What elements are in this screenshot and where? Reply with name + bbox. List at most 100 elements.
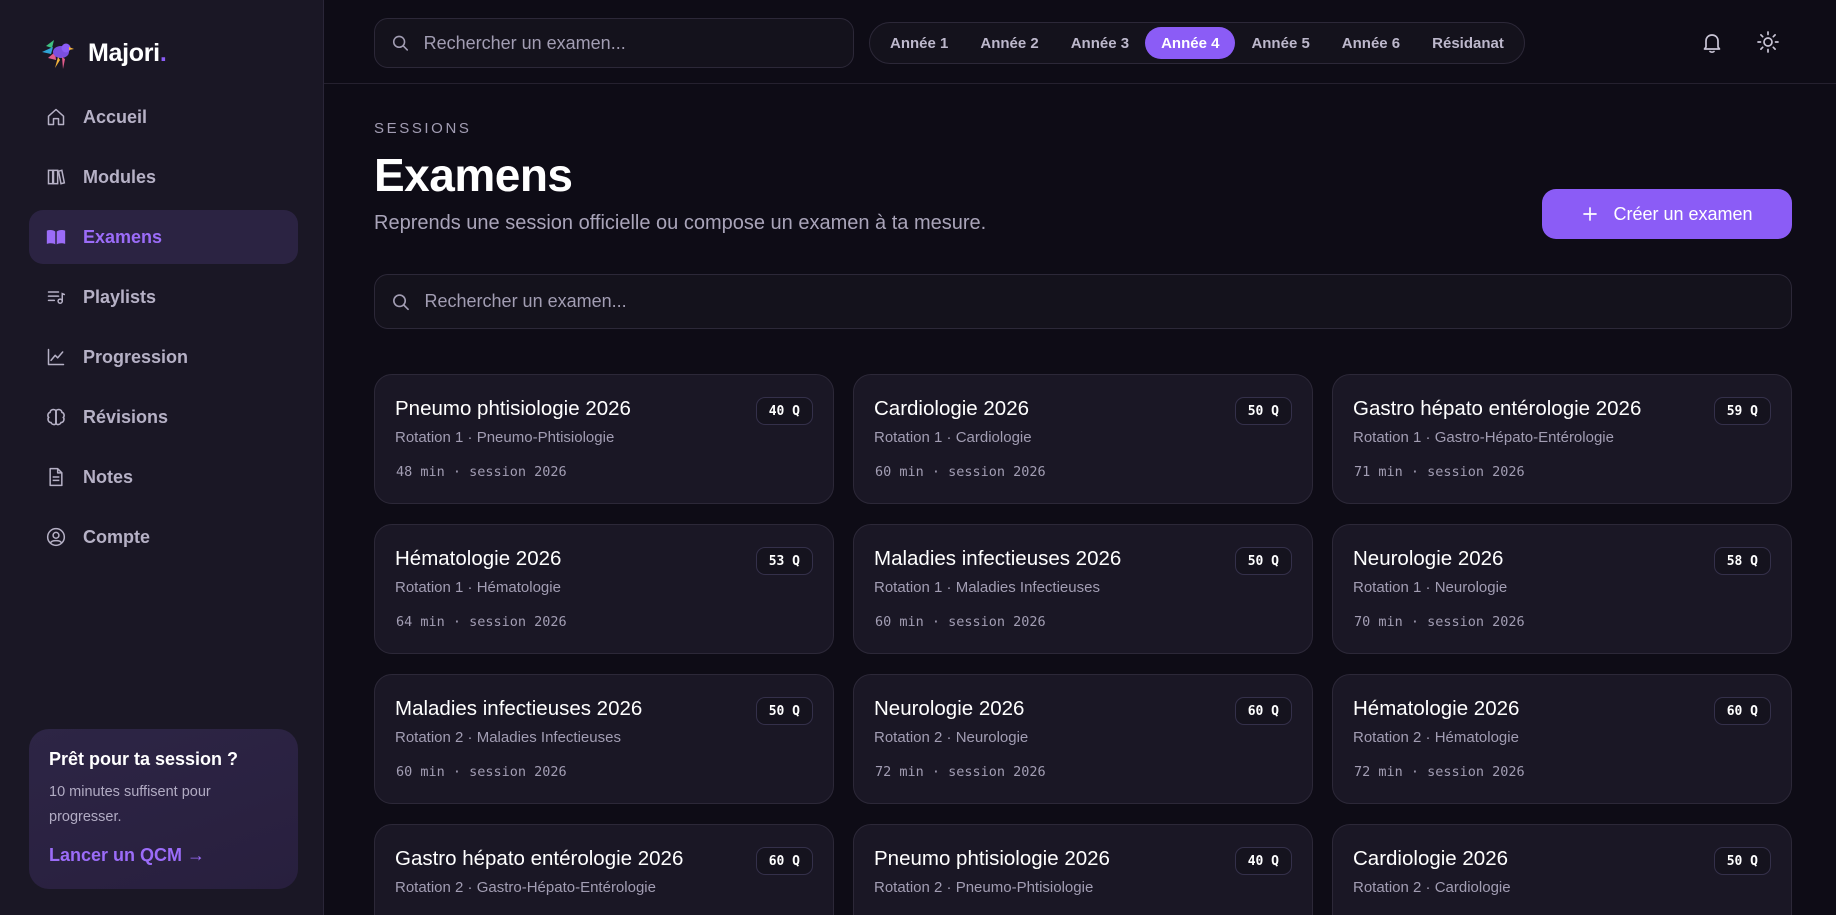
exam-card[interactable]: Maladies infectieuses 2026 Rotation 1 · … bbox=[853, 524, 1313, 654]
exam-meta: 60 min · session 2026 bbox=[396, 764, 567, 780]
exam-card[interactable]: Cardiologie 2026 Rotation 1 · Cardiologi… bbox=[853, 374, 1313, 504]
section-eyebrow: SESSIONS bbox=[374, 120, 472, 137]
bird-logo-icon bbox=[42, 40, 74, 69]
sidebar-item-modules[interactable]: Modules bbox=[29, 150, 298, 204]
sidebar-nav: Accueil Modules Examens Playlists Progre… bbox=[29, 90, 298, 570]
exam-card[interactable]: Neurologie 2026 Rotation 1 · Neurologie … bbox=[1332, 524, 1792, 654]
open-book-icon bbox=[45, 226, 67, 248]
exam-search-input[interactable] bbox=[424, 291, 1791, 312]
question-count-badge: 53 Q bbox=[755, 547, 813, 575]
top-search-box bbox=[374, 18, 854, 68]
year-tab-3[interactable]: Année 3 bbox=[1055, 27, 1145, 59]
exam-subtitle: Rotation 2 · Pneumo-Phtisiologie bbox=[874, 879, 1094, 896]
exam-title: Gastro hépato entérologie 2026 bbox=[395, 847, 684, 870]
exam-grid: Pneumo phtisiologie 2026 Rotation 1 · Pn… bbox=[374, 374, 1792, 915]
exam-card[interactable]: Hématologie 2026 Rotation 1 · Hématologi… bbox=[374, 524, 834, 654]
exam-meta: 71 min · session 2026 bbox=[1354, 464, 1525, 480]
promo-card: Prêt pour ta session ? 10 minutes suffis… bbox=[29, 729, 298, 889]
exam-title: Pneumo phtisiologie 2026 bbox=[395, 397, 631, 420]
brand-name: Majori. bbox=[88, 38, 167, 67]
promo-title: Prêt pour ta session ? bbox=[49, 749, 239, 769]
year-tab-residanat[interactable]: Résidanat bbox=[1416, 27, 1520, 59]
year-tab-4[interactable]: Année 4 bbox=[1145, 27, 1236, 59]
exam-subtitle: Rotation 2 · Cardiologie bbox=[1353, 879, 1511, 896]
sidebar-item-label: Examens bbox=[83, 226, 163, 247]
page-subtitle: Reprends une session officielle ou compo… bbox=[374, 212, 987, 234]
sidebar-item-notes[interactable]: Notes bbox=[29, 450, 298, 504]
year-selector: Année 1 Année 2 Année 3 Année 4 Année 5 … bbox=[869, 22, 1525, 64]
document-icon bbox=[45, 466, 67, 488]
exam-subtitle: Rotation 2 · Neurologie bbox=[874, 729, 1029, 746]
year-tab-6[interactable]: Année 6 bbox=[1326, 27, 1416, 59]
question-count-badge: 50 Q bbox=[1713, 847, 1771, 875]
sidebar-item-label: Notes bbox=[83, 466, 134, 487]
sun-icon[interactable] bbox=[1756, 30, 1780, 54]
exam-card[interactable]: Gastro hépato entérologie 2026 Rotation … bbox=[374, 824, 834, 915]
exam-meta: 60 min · session 2026 bbox=[875, 614, 1046, 630]
sidebar-item-examens[interactable]: Examens bbox=[29, 210, 298, 264]
exam-subtitle: Rotation 1 · Cardiologie bbox=[874, 429, 1032, 446]
exam-title: Neurologie 2026 bbox=[1353, 547, 1504, 570]
exam-meta: 70 min · session 2026 bbox=[1354, 614, 1525, 630]
exam-card[interactable]: Maladies infectieuses 2026 Rotation 2 · … bbox=[374, 674, 834, 804]
exam-card[interactable]: Hématologie 2026 Rotation 2 · Hématologi… bbox=[1332, 674, 1792, 804]
exam-subtitle: Rotation 1 · Maladies Infectieuses bbox=[874, 579, 1100, 596]
exam-card[interactable]: Gastro hépato entérologie 2026 Rotation … bbox=[1332, 374, 1792, 504]
sidebar-item-label: Playlists bbox=[83, 286, 157, 307]
exam-title: Hématologie 2026 bbox=[1353, 697, 1520, 720]
sidebar-item-playlists[interactable]: Playlists bbox=[29, 270, 298, 324]
sidebar-item-label: Accueil bbox=[83, 106, 148, 127]
top-search-input[interactable] bbox=[423, 32, 853, 54]
exam-title: Maladies infectieuses 2026 bbox=[874, 547, 1122, 570]
exam-title: Maladies infectieuses 2026 bbox=[395, 697, 643, 720]
bell-icon[interactable] bbox=[1700, 30, 1724, 54]
exam-meta: 72 min · session 2026 bbox=[1354, 764, 1525, 780]
exam-card[interactable]: Cardiologie 2026 Rotation 2 · Cardiologi… bbox=[1332, 824, 1792, 915]
year-tab-5[interactable]: Année 5 bbox=[1235, 27, 1325, 59]
question-count-badge: 50 Q bbox=[1234, 397, 1292, 425]
create-exam-label: Créer un examen bbox=[1613, 203, 1753, 224]
exam-meta: 48 min · session 2026 bbox=[396, 464, 567, 480]
question-count-badge: 40 Q bbox=[1234, 847, 1292, 875]
question-count-badge: 50 Q bbox=[755, 697, 813, 725]
brain-icon bbox=[45, 406, 67, 428]
sidebar-item-label: Progression bbox=[83, 346, 189, 367]
sidebar-item-progression[interactable]: Progression bbox=[29, 330, 298, 384]
exam-subtitle: Rotation 2 · Maladies Infectieuses bbox=[395, 729, 621, 746]
exam-search-box bbox=[374, 274, 1792, 329]
exam-subtitle: Rotation 2 · Gastro-Hépato-Entérologie bbox=[395, 879, 656, 896]
exam-title: Pneumo phtisiologie 2026 bbox=[874, 847, 1110, 870]
question-count-badge: 50 Q bbox=[1234, 547, 1292, 575]
exam-meta: 72 min · session 2026 bbox=[875, 764, 1046, 780]
sidebar-item-label: Modules bbox=[83, 166, 157, 187]
sidebar-item-revisions[interactable]: Révisions bbox=[29, 390, 298, 444]
exam-subtitle: Rotation 1 · Gastro-Hépato-Entérologie bbox=[1353, 429, 1614, 446]
promo-text: 10 minutes suffisent pour progresser. bbox=[49, 784, 211, 825]
sidebar: Majori. Accueil Modules Examens Playlist… bbox=[0, 0, 324, 915]
question-count-badge: 58 Q bbox=[1713, 547, 1771, 575]
playlist-icon bbox=[45, 286, 67, 308]
search-icon bbox=[393, 293, 409, 310]
sidebar-item-accueil[interactable]: Accueil bbox=[29, 90, 298, 144]
app: Majori. Accueil Modules Examens Playlist… bbox=[0, 0, 1836, 915]
page-title: Examens bbox=[374, 149, 573, 201]
year-tab-1[interactable]: Année 1 bbox=[874, 27, 964, 59]
exam-title: Cardiologie 2026 bbox=[1353, 847, 1509, 870]
exam-card[interactable]: Neurologie 2026 Rotation 2 · Neurologie … bbox=[853, 674, 1313, 804]
question-count-badge: 59 Q bbox=[1713, 397, 1771, 425]
exam-card[interactable]: Pneumo phtisiologie 2026 Rotation 1 · Pn… bbox=[374, 374, 834, 504]
sidebar-item-compte[interactable]: Compte bbox=[29, 510, 298, 564]
exam-title: Hématologie 2026 bbox=[395, 547, 562, 570]
sidebar-item-label: Révisions bbox=[83, 406, 169, 427]
launch-qcm-link[interactable]: Lancer un QCM → bbox=[49, 845, 205, 866]
year-tab-2[interactable]: Année 2 bbox=[964, 27, 1054, 59]
exam-card[interactable]: Pneumo phtisiologie 2026 Rotation 2 · Pn… bbox=[853, 824, 1313, 915]
exam-subtitle: Rotation 1 · Pneumo-Phtisiologie bbox=[395, 429, 615, 446]
brand[interactable]: Majori. bbox=[38, 32, 167, 74]
question-count-badge: 60 Q bbox=[755, 847, 813, 875]
exam-title: Neurologie 2026 bbox=[874, 697, 1025, 720]
question-count-badge: 40 Q bbox=[755, 397, 813, 425]
create-exam-button[interactable]: Créer un examen bbox=[1542, 189, 1792, 239]
exam-meta: 64 min · session 2026 bbox=[396, 614, 567, 630]
home-icon bbox=[45, 106, 67, 128]
